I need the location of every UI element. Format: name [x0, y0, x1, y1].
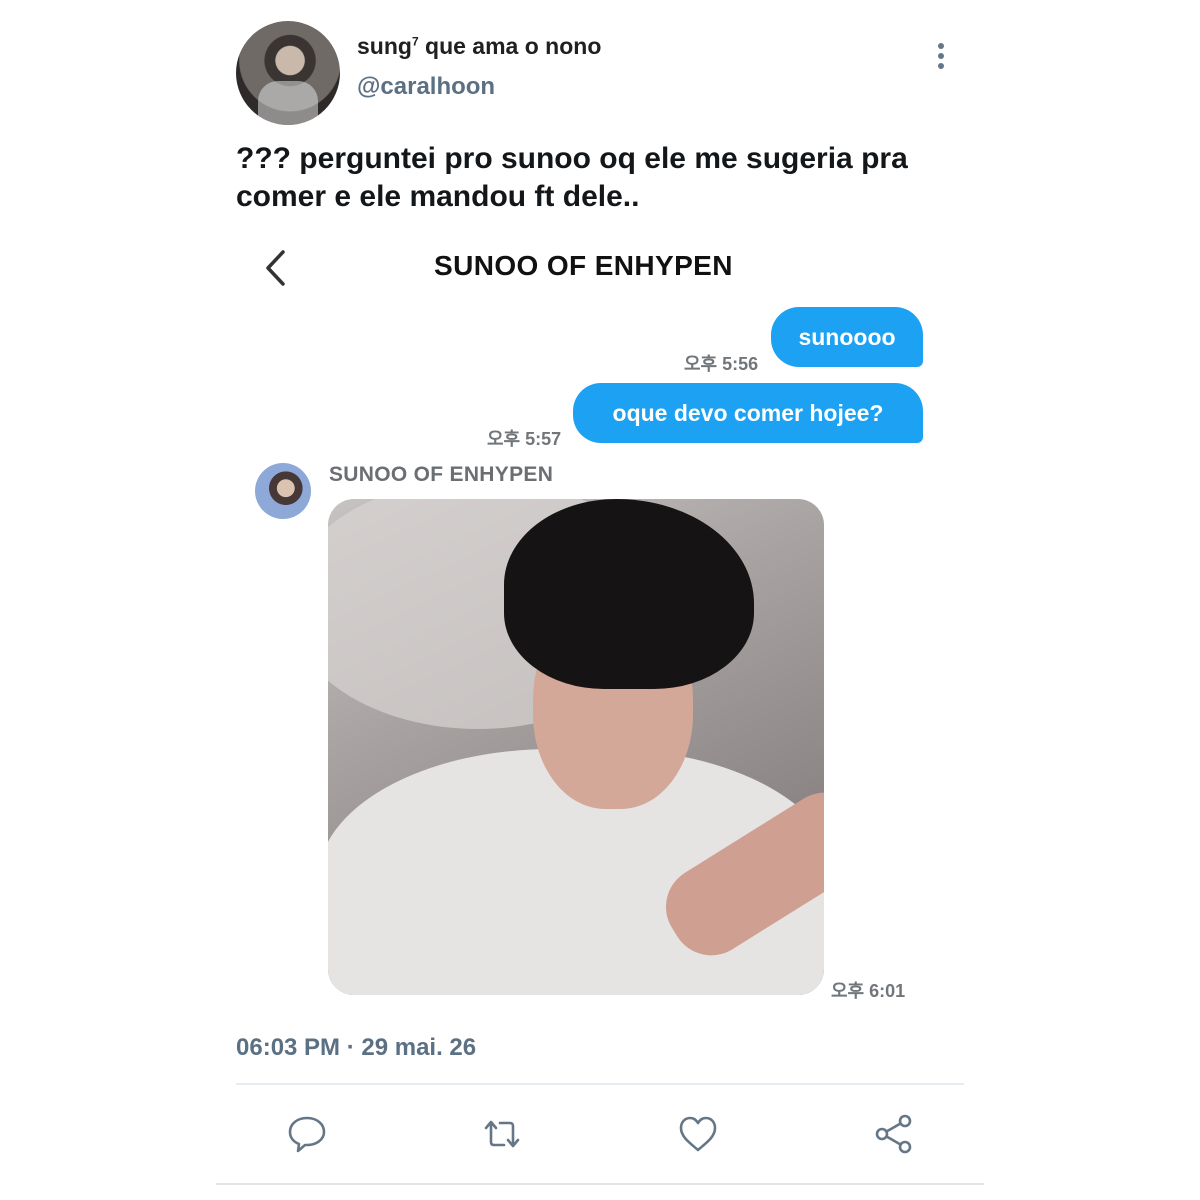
display-name[interactable]: sung7 que ama o nono	[357, 33, 601, 60]
display-name-main: sung	[357, 33, 412, 59]
photo-time: 오후 6:01	[831, 981, 906, 1001]
message-time-2: 오후 5:57	[487, 429, 562, 449]
heart-icon	[679, 1116, 717, 1152]
more-options-button[interactable]	[926, 38, 956, 74]
share-button[interactable]	[872, 1112, 916, 1156]
post-timestamp[interactable]: 06:03 PM · 29 mai. 26	[236, 1034, 476, 1062]
message-bubble-2: oque devo comer hojee?	[573, 383, 923, 443]
display-name-rest: que ama o nono	[418, 33, 602, 59]
sender-name: SUNOO OF ENHYPEN	[329, 463, 554, 486]
like-button[interactable]	[676, 1112, 720, 1156]
chat-photo[interactable]	[328, 499, 824, 995]
reply-icon	[288, 1116, 326, 1153]
photo-hair	[504, 499, 754, 689]
reply-button[interactable]	[285, 1112, 329, 1156]
message-bubble-1: sunoooo	[771, 307, 923, 367]
message-time-1: 오후 5:56	[684, 354, 759, 374]
share-icon	[875, 1114, 912, 1154]
author-avatar[interactable]	[236, 21, 340, 125]
tweet-text: ??? perguntei pro sunoo oq ele me sugeri…	[236, 142, 908, 213]
sender-avatar	[255, 463, 311, 519]
chat-title: SUNOO OF ENHYPEN	[434, 250, 733, 281]
retweet-button[interactable]	[480, 1112, 524, 1156]
more-vertical-icon	[938, 43, 944, 49]
display-name-sup: 7	[411, 34, 419, 49]
retweet-icon	[484, 1120, 520, 1148]
bottom-divider	[216, 1183, 984, 1185]
chevron-left-icon	[266, 250, 285, 286]
back-button[interactable]	[258, 246, 294, 290]
divider	[236, 1083, 964, 1085]
user-handle[interactable]: @caralhoon	[357, 73, 495, 101]
